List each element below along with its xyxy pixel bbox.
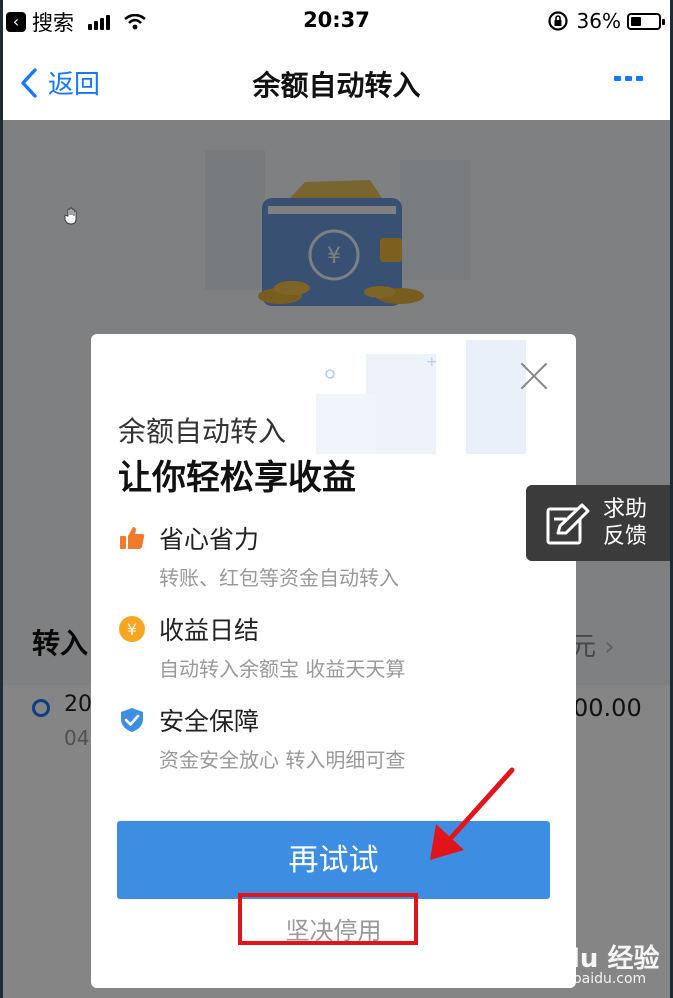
edit-icon: [546, 503, 590, 545]
more-menu-icon[interactable]: [610, 76, 643, 81]
hand-cursor-icon: [64, 207, 77, 225]
page-title: 余额自动转入: [252, 69, 421, 102]
feature-title: 省心省力: [159, 525, 260, 554]
yuan-coin-icon: ¥: [119, 616, 145, 642]
status-right: 36%: [547, 9, 665, 33]
battery-icon: [627, 12, 665, 30]
shield-check-icon: [121, 708, 143, 732]
feature-description: 自动转入余额宝 收益天天算: [159, 657, 406, 681]
feature-title: 收益日结: [159, 616, 260, 645]
annotation-highlight-box: [238, 893, 418, 945]
baidu-watermark: Baidu 经验 jingyan.baidu.com: [515, 938, 665, 992]
auto-transfer-dialog: + 余额自动转入 让你轻松享收益 省心省力 转账、红包等资金自动转入 ¥ 收益日…: [91, 334, 576, 988]
battery-percent: 36%: [576, 9, 621, 33]
watermark-main: Baidu 经验: [515, 944, 660, 974]
help-feedback-label[interactable]: 求助 反馈: [603, 496, 663, 550]
rotation-lock-icon: [547, 11, 568, 31]
status-bar: ‹ 搜索 20:37 36%: [0, 0, 673, 44]
thumbs-up-icon: [120, 527, 145, 549]
dialog-subtitle: 余额自动转入: [118, 415, 287, 448]
help-feedback-button[interactable]: 求助 反馈: [526, 485, 673, 561]
nav-bar: 返回 余额自动转入: [0, 44, 673, 120]
close-icon[interactable]: [518, 360, 550, 392]
annotation-arrow: [430, 767, 515, 860]
feature-title: 安全保障: [159, 707, 260, 736]
frame-border-left: [0, 0, 3, 998]
watermark-sub: jingyan.baidu.com: [517, 971, 647, 987]
svg-text:+: +: [426, 354, 438, 370]
dialog-decoration: +: [316, 340, 526, 454]
screen: ‹ 搜索 20:37 36% 返回 余额自动转入 ¥ 转入 元 › 20 04 …: [0, 0, 673, 998]
feature-description: 资金安全放心 转入明细可查: [159, 748, 406, 772]
feature-description: 转账、红包等资金自动转入: [159, 566, 399, 590]
dialog-title: 让你轻松享收益: [118, 458, 356, 498]
svg-text:¥: ¥: [127, 620, 137, 639]
